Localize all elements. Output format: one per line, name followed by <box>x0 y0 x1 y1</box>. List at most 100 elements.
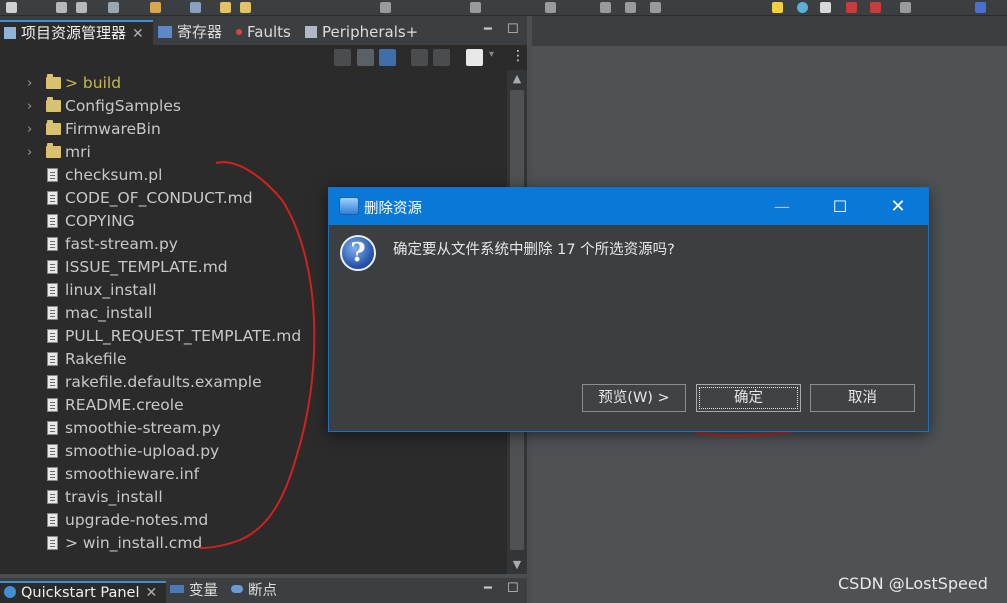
minimize-button[interactable]: — <box>753 188 811 225</box>
cancel-button[interactable]: 取消 <box>810 384 915 412</box>
file-icon <box>47 306 58 320</box>
tree-item-label: smoothie-stream.py <box>65 419 221 437</box>
expand-arrow-icon[interactable]: › <box>27 118 32 141</box>
filter-icon[interactable] <box>379 49 396 66</box>
refresh-icon[interactable] <box>433 49 450 66</box>
file-icon <box>47 352 58 366</box>
faults-icon <box>236 29 242 35</box>
breakpoints-icon <box>231 585 243 593</box>
tree-item-label: smoothie-upload.py <box>65 442 220 460</box>
scroll-down-icon[interactable]: ▼ <box>507 556 527 574</box>
close-icon[interactable]: ✕ <box>132 26 144 42</box>
power-icon <box>4 586 16 598</box>
scroll-up-icon[interactable]: ▲ <box>507 70 527 88</box>
minimize-view-button[interactable]: ━ <box>484 581 492 596</box>
tab-peripherals[interactable]: Peripherals+ <box>305 20 418 46</box>
tree-item-label: PULL_REQUEST_TEMPLATE.md <box>65 327 302 345</box>
tree-item-label: Rakefile <box>65 350 127 368</box>
dialog-title-bar[interactable]: 删除资源 — ☐ ✕ <box>329 188 928 225</box>
save-icon[interactable] <box>56 2 67 13</box>
tree-item-label: README.creole <box>65 396 184 414</box>
step-icon[interactable] <box>470 2 481 13</box>
delete-resources-dialog: 删除资源 — ☐ ✕ ? 确定要从文件系统中删除 17 个所选资源吗? 预览(W… <box>328 187 929 432</box>
tree-item-label: checksum.pl <box>65 166 163 184</box>
erase-icon[interactable] <box>870 2 881 13</box>
tab-label: 寄存器 <box>177 23 223 41</box>
resume-icon[interactable] <box>600 2 611 13</box>
tree-item-label: upgrade-notes.md <box>65 511 209 529</box>
bottom-tab-bar: Quickstart Panel ✕ 变量 断点 ━ ☐ <box>0 578 527 603</box>
expand-arrow-icon[interactable]: › <box>27 141 32 164</box>
file-icon <box>47 490 58 504</box>
globe-icon[interactable] <box>797 2 808 13</box>
view-square-icon[interactable] <box>466 49 483 66</box>
back-icon[interactable] <box>220 2 231 13</box>
peripherals-icon <box>305 26 317 38</box>
minimize-view-button[interactable]: ━ <box>484 22 492 37</box>
expand-arrow-icon[interactable]: › <box>27 72 32 95</box>
file-icon <box>47 283 58 297</box>
preview-button[interactable]: 预览(W) > <box>582 384 686 412</box>
file-icon <box>47 168 58 182</box>
sync-icon[interactable] <box>411 49 428 66</box>
file-icon <box>47 421 58 435</box>
close-button[interactable]: ✕ <box>869 188 927 225</box>
tree-item-label: ConfigSamples <box>65 97 181 115</box>
tab-faults[interactable]: Faults <box>236 20 291 46</box>
tree-item-label: COPYING <box>65 212 135 230</box>
tab-project-explorer[interactable]: 项目资源管理器 ✕ <box>0 20 153 46</box>
tab-label: 项目资源管理器 <box>21 24 127 42</box>
main-toolbar <box>0 0 1007 16</box>
tab-breakpoints[interactable]: 断点 <box>231 581 277 603</box>
ok-button[interactable]: 确定 <box>696 384 801 412</box>
folder-icon <box>46 143 61 158</box>
build-icon[interactable] <box>150 2 161 13</box>
tab-label: Faults <box>247 23 291 41</box>
view-menu-icon[interactable]: ⋮ <box>511 48 525 64</box>
tree-item-label: rakefile.defaults.example <box>65 373 262 391</box>
maximize-button[interactable]: ☐ <box>811 188 869 225</box>
variables-icon <box>170 585 184 593</box>
shield-icon[interactable] <box>975 2 986 13</box>
collapse-all-icon[interactable] <box>334 49 351 66</box>
save-all-icon[interactable] <box>76 2 87 13</box>
file-icon <box>47 536 58 550</box>
settings-icon[interactable] <box>108 2 119 13</box>
tools-icon[interactable] <box>900 2 911 13</box>
home-icon[interactable] <box>820 2 831 13</box>
project-explorer-icon <box>4 27 16 39</box>
tab-registers[interactable]: 寄存器 <box>158 20 222 46</box>
tree-item-label: travis_install <box>65 488 163 506</box>
note-icon[interactable] <box>772 2 783 13</box>
tab-variables[interactable]: 变量 <box>170 581 218 603</box>
debug-icon[interactable] <box>190 2 201 13</box>
file-icon <box>47 467 58 481</box>
terminal-icon[interactable] <box>545 2 556 13</box>
flash-icon[interactable] <box>846 2 857 13</box>
tree-item-label: CODE_OF_CONDUCT.md <box>65 189 253 207</box>
tree-item-label: FirmwareBin <box>65 120 161 138</box>
expand-arrow-icon[interactable]: › <box>27 95 32 118</box>
explorer-view-toolbar: ▾ ⋮ <box>0 46 527 70</box>
tree-item-label: > win_install.cmd <box>65 534 203 552</box>
forward-icon[interactable] <box>240 2 251 13</box>
tree-item-label: mac_install <box>65 304 153 322</box>
tree-item-label: fast-stream.py <box>65 235 178 253</box>
dialog-message: 确定要从文件系统中删除 17 个所选资源吗? <box>393 242 675 258</box>
new-icon[interactable] <box>6 2 17 13</box>
pause-icon[interactable] <box>625 2 636 13</box>
tab-label: 断点 <box>248 583 277 599</box>
dialog-title: 删除资源 <box>364 201 422 217</box>
view-menu-chevron-icon[interactable]: ▾ <box>489 49 494 60</box>
stop-icon[interactable] <box>650 2 661 13</box>
close-icon[interactable]: ✕ <box>146 585 158 601</box>
maximize-view-button[interactable]: ☐ <box>507 581 519 596</box>
folder-icon <box>46 97 61 112</box>
maximize-view-button[interactable]: ☐ <box>507 22 519 37</box>
file-icon <box>47 444 58 458</box>
link-editor-icon[interactable] <box>357 49 374 66</box>
tab-quickstart-panel[interactable]: Quickstart Panel ✕ <box>0 581 166 603</box>
tab-label: Peripherals+ <box>322 23 419 41</box>
run-icon[interactable] <box>380 2 391 13</box>
tree-item-label: mri <box>65 143 91 161</box>
